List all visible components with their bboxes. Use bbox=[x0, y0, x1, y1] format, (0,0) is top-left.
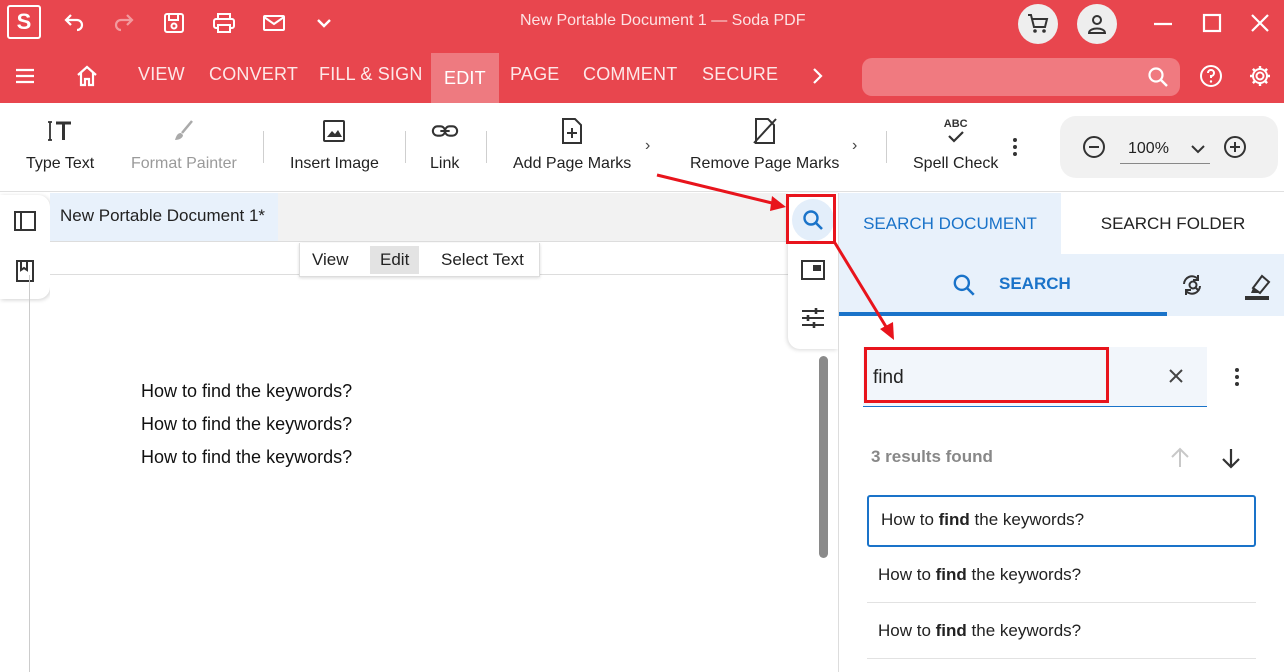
email-icon[interactable] bbox=[257, 6, 291, 40]
save-icon[interactable] bbox=[157, 6, 191, 40]
left-sidebar-strip bbox=[0, 195, 50, 299]
chevron-down-icon bbox=[1191, 145, 1205, 154]
menu-secure[interactable]: SECURE bbox=[702, 55, 778, 93]
add-page-icon bbox=[558, 117, 586, 145]
menu-bar: VIEW CONVERT FILL & SIGN EDIT PAGE COMME… bbox=[0, 45, 1284, 103]
undo-icon[interactable] bbox=[57, 6, 91, 40]
global-search-input[interactable] bbox=[862, 58, 1180, 96]
cart-button[interactable] bbox=[1018, 4, 1058, 44]
annotation-box-search-button bbox=[786, 194, 836, 244]
edit-ribbon: Type Text Format Painter Insert Image Li… bbox=[0, 103, 1284, 192]
document-text-line[interactable]: How to find the keywords? bbox=[141, 414, 352, 435]
spell-check-button[interactable]: ABC Spell Check bbox=[913, 117, 998, 173]
help-icon[interactable] bbox=[1194, 59, 1228, 93]
more-options-icon[interactable] bbox=[998, 130, 1032, 164]
picture-in-picture-icon[interactable] bbox=[800, 257, 826, 283]
panel-toggle-icon[interactable] bbox=[13, 209, 37, 233]
type-text-button[interactable]: Type Text bbox=[26, 117, 94, 173]
settings-gear-icon[interactable] bbox=[1243, 59, 1277, 93]
search-result-item[interactable]: How to find the keywords? bbox=[867, 607, 1256, 659]
menu-convert[interactable]: CONVERT bbox=[209, 55, 298, 93]
brush-icon bbox=[170, 117, 198, 145]
type-text-icon bbox=[46, 117, 74, 145]
chevron-down-icon[interactable] bbox=[307, 6, 341, 40]
ribbon-separator bbox=[405, 131, 406, 163]
search-subtab-row: SEARCH bbox=[839, 254, 1284, 316]
account-button[interactable] bbox=[1077, 4, 1117, 44]
zoom-in-icon[interactable] bbox=[1218, 130, 1252, 164]
search-panel: SEARCH DOCUMENT SEARCH FOLDER SEARCH fin… bbox=[838, 193, 1284, 672]
mode-edit-button[interactable]: Edit bbox=[370, 246, 420, 274]
insert-image-button[interactable]: Insert Image bbox=[290, 117, 379, 173]
format-painter-button[interactable]: Format Painter bbox=[131, 117, 237, 173]
menu-fill-sign[interactable]: FILL & SIGN bbox=[319, 55, 423, 93]
search-replace-icon[interactable] bbox=[1179, 272, 1207, 300]
eraser-icon[interactable] bbox=[1242, 271, 1272, 301]
search-icon bbox=[953, 274, 975, 296]
add-page-marks-button[interactable]: Add Page Marks bbox=[513, 117, 631, 173]
menu-edit[interactable]: EDIT bbox=[431, 53, 499, 103]
cart-icon bbox=[1028, 14, 1049, 33]
menu-comment[interactable]: COMMENT bbox=[583, 55, 677, 93]
tab-search-folder[interactable]: SEARCH FOLDER bbox=[1061, 193, 1284, 254]
remove-page-icon bbox=[751, 117, 779, 145]
title-bar: S New Portable Document 1 — Soda PDF bbox=[0, 0, 1284, 45]
chevron-right-icon[interactable] bbox=[800, 59, 834, 93]
remove-page-marks-button[interactable]: Remove Page Marks bbox=[690, 117, 839, 173]
hamburger-menu-icon[interactable] bbox=[8, 59, 42, 93]
app-logo[interactable]: S bbox=[7, 5, 41, 39]
menu-view[interactable]: VIEW bbox=[138, 55, 185, 93]
document-text-line[interactable]: How to find the keywords? bbox=[141, 447, 352, 468]
search-icon bbox=[1148, 67, 1168, 87]
link-icon bbox=[431, 117, 459, 145]
ribbon-separator bbox=[886, 131, 887, 163]
remove-page-marks-chevron-icon[interactable]: › bbox=[852, 137, 857, 155]
maximize-icon[interactable] bbox=[1197, 8, 1227, 38]
document-tab[interactable]: New Portable Document 1* bbox=[50, 193, 278, 241]
add-page-marks-chevron-icon[interactable]: › bbox=[645, 137, 650, 155]
zoom-control: 100% bbox=[1060, 116, 1278, 178]
search-subtab[interactable]: SEARCH bbox=[839, 254, 1167, 316]
results-count: 3 results found bbox=[871, 447, 993, 466]
ribbon-separator bbox=[263, 131, 264, 163]
zoom-level-select[interactable]: 100% bbox=[1120, 134, 1210, 164]
link-button[interactable]: Link bbox=[430, 117, 459, 173]
search-result-item[interactable]: How to find the keywords? bbox=[867, 551, 1256, 603]
document-text-line[interactable]: How to find the keywords? bbox=[141, 381, 352, 402]
tab-search-document[interactable]: SEARCH DOCUMENT bbox=[839, 193, 1061, 254]
search-result-item[interactable]: How to find the keywords? bbox=[867, 495, 1256, 547]
arrow-up-icon[interactable] bbox=[1167, 445, 1193, 471]
bookmark-icon[interactable] bbox=[13, 259, 37, 283]
home-icon[interactable] bbox=[70, 59, 104, 93]
window-title: New Portable Document 1 — Soda PDF bbox=[520, 12, 806, 29]
annotation-box-search-input bbox=[864, 347, 1109, 403]
arrow-down-icon[interactable] bbox=[1218, 445, 1244, 471]
mode-switcher: View Edit Select Text bbox=[299, 243, 540, 277]
search-options-icon[interactable] bbox=[1225, 365, 1249, 389]
page-left-edge bbox=[29, 275, 30, 672]
ribbon-separator bbox=[486, 131, 487, 163]
print-icon[interactable] bbox=[207, 6, 241, 40]
adjust-sliders-icon[interactable] bbox=[800, 305, 826, 331]
mode-view-button[interactable]: View bbox=[302, 246, 359, 274]
close-icon[interactable] bbox=[1245, 8, 1275, 38]
spell-check-icon: ABC bbox=[942, 117, 970, 145]
clear-icon[interactable] bbox=[1167, 367, 1185, 385]
redo-icon[interactable] bbox=[107, 6, 141, 40]
menu-page[interactable]: PAGE bbox=[510, 55, 559, 93]
user-icon bbox=[1087, 15, 1107, 34]
document-scrollbar[interactable] bbox=[819, 356, 828, 558]
zoom-out-icon[interactable] bbox=[1077, 130, 1111, 164]
image-icon bbox=[320, 117, 348, 145]
mode-select-text-button[interactable]: Select Text bbox=[431, 246, 534, 274]
minimize-icon[interactable] bbox=[1148, 8, 1178, 38]
